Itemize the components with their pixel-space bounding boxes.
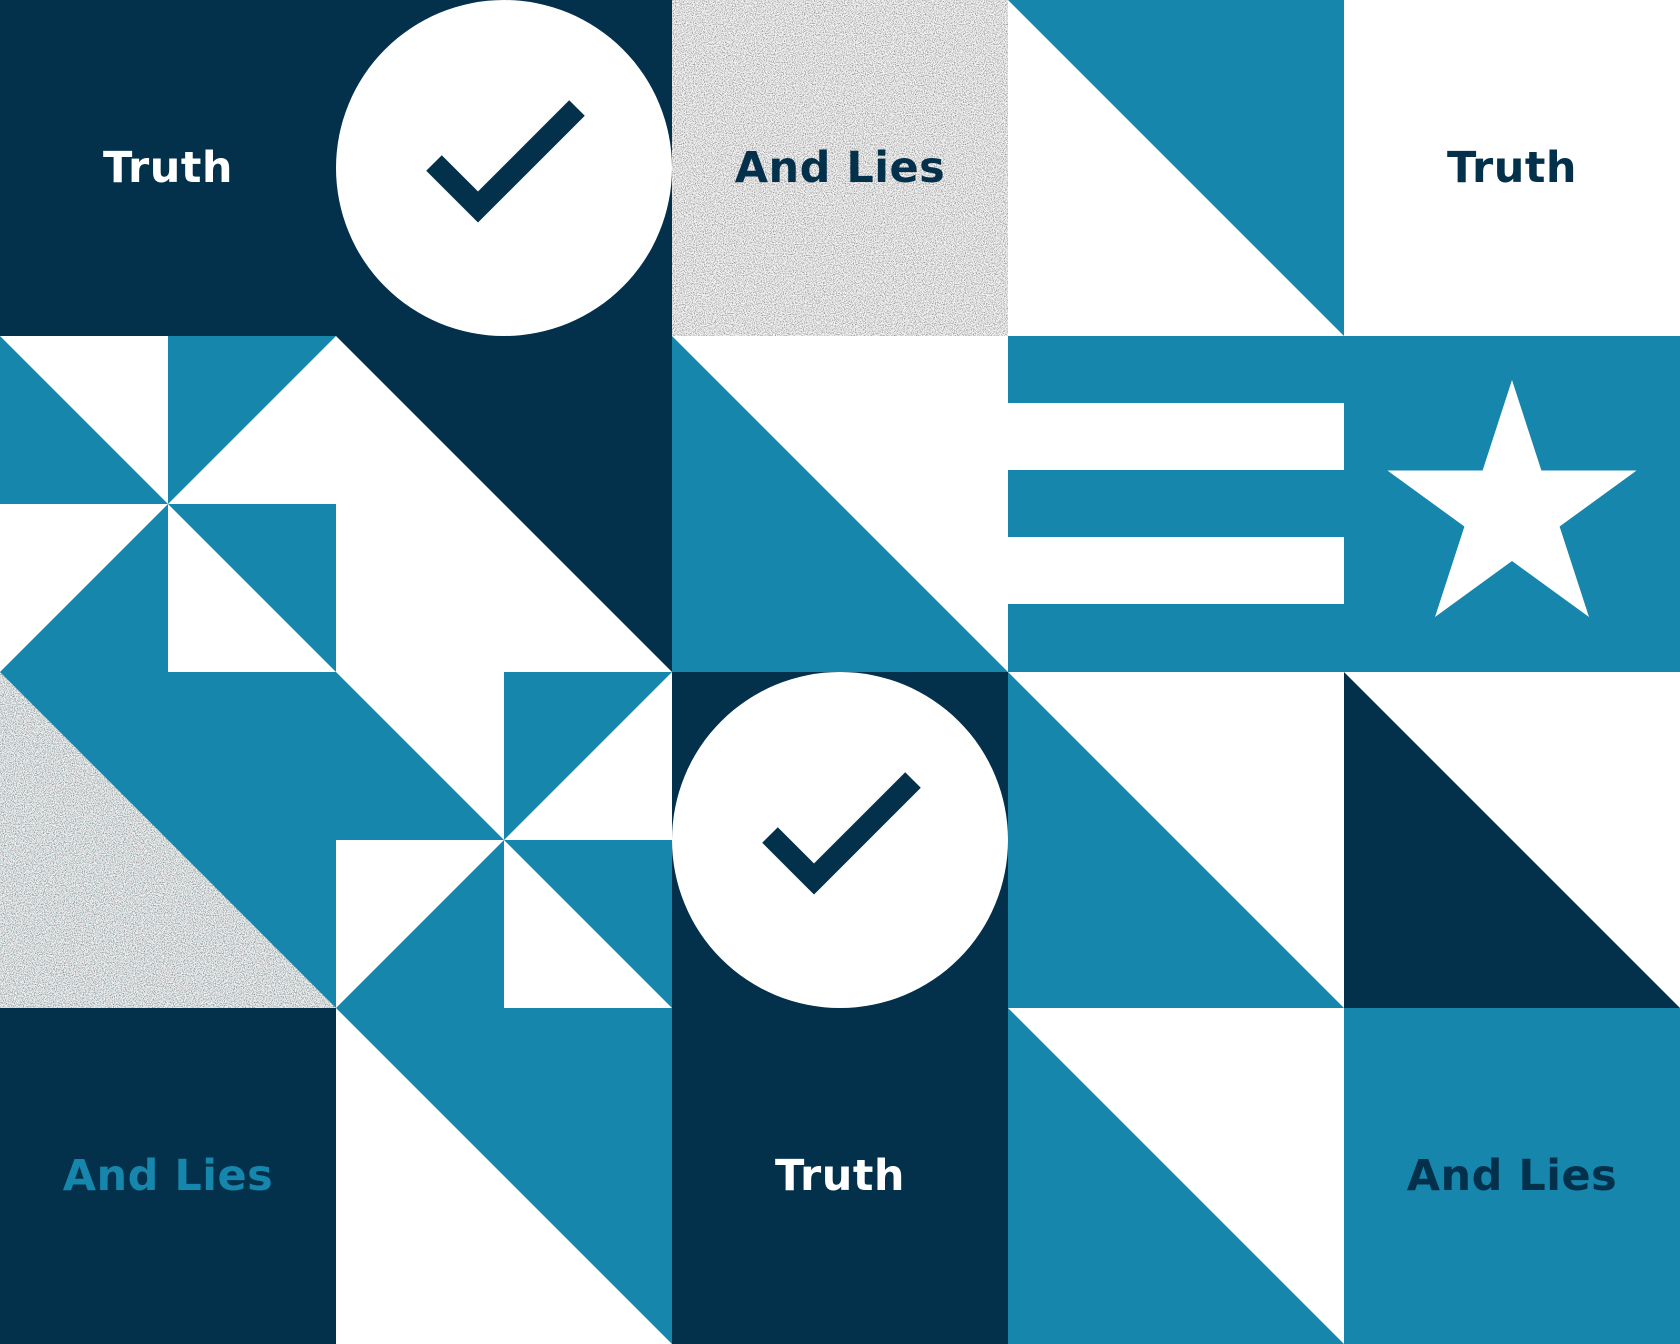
and-lies-label-bottom-right: And Lies — [1344, 1008, 1680, 1344]
and-lies-text: And Lies — [62, 1151, 274, 1201]
truth-text: Truth — [1446, 143, 1578, 193]
geometric-pattern-canvas: Truth And Lies Truth And Lies Truth And … — [0, 0, 1680, 1344]
truth-label-bottom: Truth — [672, 1008, 1008, 1344]
check-circle-icon — [336, 0, 672, 336]
check-circle-icon — [672, 672, 1008, 1008]
flag-stripe — [1008, 403, 1344, 470]
truth-text: Truth — [102, 143, 234, 193]
truth-label-top-right: Truth — [1344, 0, 1680, 336]
and-lies-text: And Lies — [1406, 1151, 1618, 1201]
and-lies-text: And Lies — [734, 143, 946, 193]
truth-label-top-left: Truth — [0, 0, 336, 336]
and-lies-label-top: And Lies — [672, 0, 1008, 336]
flag-stripe — [1008, 537, 1344, 604]
and-lies-label-bottom-left: And Lies — [0, 1008, 336, 1344]
truth-text: Truth — [774, 1151, 906, 1201]
